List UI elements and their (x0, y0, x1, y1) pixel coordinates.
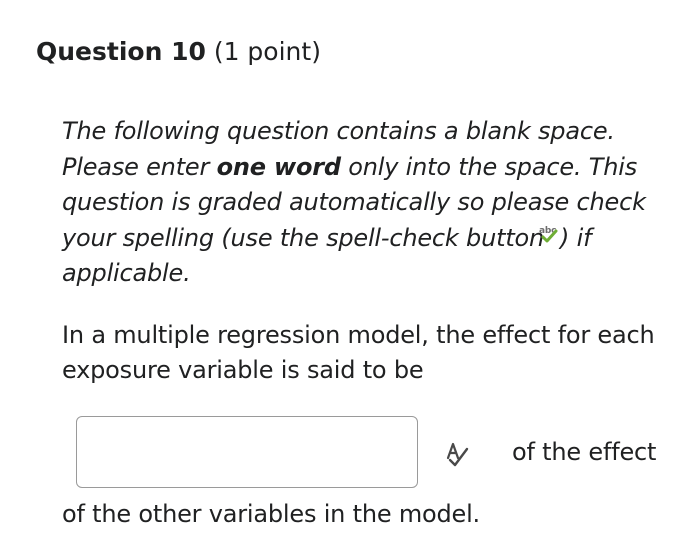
question-prompt: In a multiple regression model, the effe… (62, 321, 655, 384)
answer-input[interactable] (76, 416, 418, 488)
question-header: Question 10 (1 point) (36, 30, 321, 74)
spellcheck-icon (446, 442, 469, 467)
instructions: The following question contains a blank … (62, 114, 692, 292)
question-title: Question 10 (36, 37, 206, 66)
continuation-text: of the other variables in the model. (62, 500, 480, 528)
instructions-bold: one word (216, 152, 341, 181)
after-blank-text: of the effect (512, 438, 657, 466)
spellcheck-button[interactable] (440, 436, 476, 472)
spellcheck-abc-icon: abc (538, 224, 560, 244)
question-points: (1 point) (213, 37, 321, 66)
